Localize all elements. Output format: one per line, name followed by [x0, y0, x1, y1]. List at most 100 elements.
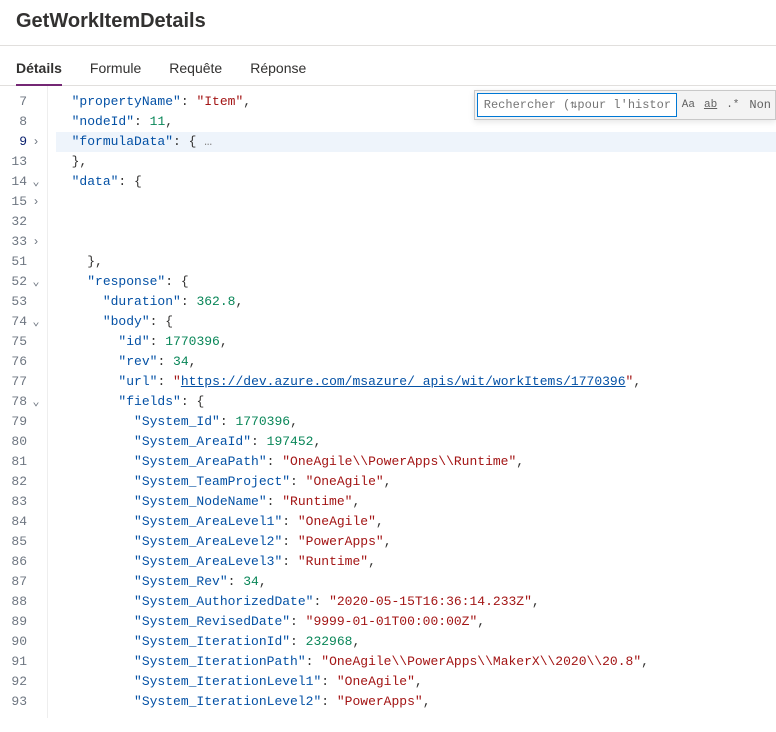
- line-number: 92: [5, 672, 27, 692]
- line-number: 84: [5, 512, 27, 532]
- code-line[interactable]: "System_Id": 1770396,: [56, 412, 776, 432]
- code-line[interactable]: "formulaData": { …: [56, 132, 776, 152]
- code-line[interactable]: "duration": 362.8,: [56, 292, 776, 312]
- line-number: 32: [5, 212, 27, 232]
- line-number: 8: [5, 112, 27, 132]
- tab-détails[interactable]: Détails: [16, 50, 62, 86]
- line-number: 76: [5, 352, 27, 372]
- line-number: 91: [5, 652, 27, 672]
- whole-word-toggle[interactable]: ab: [700, 93, 721, 117]
- code-line[interactable]: "System_AreaLevel2": "PowerApps",: [56, 532, 776, 552]
- gutter: 7 8 9›13 14⌄15›32 33›51 52⌄53 74⌄75 76 7…: [0, 86, 48, 718]
- code-line[interactable]: },: [56, 152, 776, 172]
- fold-expand-icon[interactable]: ›: [29, 132, 43, 152]
- fold-spacer: [29, 112, 43, 132]
- fold-spacer: [29, 412, 43, 432]
- line-number: 78: [5, 392, 27, 412]
- fold-spacer: [29, 152, 43, 172]
- code-line[interactable]: "System_TeamProject": "OneAgile",: [56, 472, 776, 492]
- line-number: 33: [5, 232, 27, 252]
- fold-spacer: [29, 492, 43, 512]
- line-number: 85: [5, 532, 27, 552]
- page-title: GetWorkItemDetails: [16, 10, 760, 33]
- fold-collapse-icon[interactable]: ⌄: [29, 172, 43, 192]
- fold-spacer: [29, 252, 43, 272]
- search-widget[interactable]: Aa ab .* Non: [474, 90, 776, 120]
- code-line[interactable]: "System_IterationLevel1": "OneAgile",: [56, 672, 776, 692]
- code-editor[interactable]: 7 8 9›13 14⌄15›32 33›51 52⌄53 74⌄75 76 7…: [0, 86, 776, 718]
- code-line[interactable]: [56, 212, 776, 232]
- match-case-toggle[interactable]: Aa: [678, 93, 699, 117]
- code-line[interactable]: "rev": 34,: [56, 352, 776, 372]
- fold-spacer: [29, 292, 43, 312]
- fold-spacer: [29, 552, 43, 572]
- fold-collapse-icon[interactable]: ⌄: [29, 272, 43, 292]
- code-line[interactable]: "System_RevisedDate": "9999-01-01T00:00:…: [56, 612, 776, 632]
- line-number: 74: [5, 312, 27, 332]
- line-number: 51: [5, 252, 27, 272]
- code-line[interactable]: "System_AreaLevel1": "OneAgile",: [56, 512, 776, 532]
- line-number: 89: [5, 612, 27, 632]
- code-line[interactable]: "System_NodeName": "Runtime",: [56, 492, 776, 512]
- fold-spacer: [29, 612, 43, 632]
- fold-spacer: [29, 532, 43, 552]
- fold-collapse-icon[interactable]: ⌄: [29, 312, 43, 332]
- line-number: 83: [5, 492, 27, 512]
- tab-formule[interactable]: Formule: [90, 50, 141, 86]
- code-line[interactable]: "response": {: [56, 272, 776, 292]
- line-number: 7: [5, 92, 27, 112]
- line-number: 90: [5, 632, 27, 652]
- fold-collapse-icon[interactable]: ⌄: [29, 392, 43, 412]
- search-input[interactable]: [477, 93, 677, 117]
- line-number: 9: [5, 132, 27, 152]
- tab-réponse[interactable]: Réponse: [250, 50, 306, 86]
- code-line[interactable]: "System_AreaId": 197452,: [56, 432, 776, 452]
- line-number: 53: [5, 292, 27, 312]
- code-line[interactable]: "body": {: [56, 312, 776, 332]
- fold-expand-icon[interactable]: ›: [29, 192, 43, 212]
- code-line[interactable]: "System_IterationLevel2": "PowerApps",: [56, 692, 776, 712]
- code-line[interactable]: "data": {: [56, 172, 776, 192]
- line-number: 77: [5, 372, 27, 392]
- fold-spacer: [29, 332, 43, 352]
- titlebar: GetWorkItemDetails: [0, 0, 776, 46]
- code-line[interactable]: "url": "https://dev.azure.com/msazure/_a…: [56, 372, 776, 392]
- line-number: 13: [5, 152, 27, 172]
- fold-spacer: [29, 352, 43, 372]
- code-line[interactable]: "id": 1770396,: [56, 332, 776, 352]
- code-scroll[interactable]: "propertyName": "Item", "nodeId": 11, "f…: [48, 86, 776, 718]
- tab-requête[interactable]: Requête: [169, 50, 222, 86]
- fold-spacer: [29, 512, 43, 532]
- code-line[interactable]: "System_AuthorizedDate": "2020-05-15T16:…: [56, 592, 776, 612]
- code-line[interactable]: },: [56, 252, 776, 272]
- search-result-count: Non: [749, 95, 771, 115]
- code-line[interactable]: "System_AreaPath": "OneAgile\\PowerApps\…: [56, 452, 776, 472]
- line-number: 79: [5, 412, 27, 432]
- line-number: 52: [5, 272, 27, 292]
- code-line[interactable]: "System_Rev": 34,: [56, 572, 776, 592]
- fold-spacer: [29, 672, 43, 692]
- line-number: 82: [5, 472, 27, 492]
- fold-expand-icon[interactable]: ›: [29, 232, 43, 252]
- fold-spacer: [29, 692, 43, 712]
- fold-spacer: [29, 372, 43, 392]
- code-line[interactable]: [56, 192, 776, 212]
- code-line[interactable]: "fields": {: [56, 392, 776, 412]
- line-number: 87: [5, 572, 27, 592]
- fold-spacer: [29, 592, 43, 612]
- line-number: 86: [5, 552, 27, 572]
- line-number: 88: [5, 592, 27, 612]
- line-number: 15: [5, 192, 27, 212]
- fold-spacer: [29, 632, 43, 652]
- code-line[interactable]: "System_AreaLevel3": "Runtime",: [56, 552, 776, 572]
- code-line[interactable]: "System_IterationPath": "OneAgile\\Power…: [56, 652, 776, 672]
- code-line[interactable]: [56, 232, 776, 252]
- code-line[interactable]: "System_IterationId": 232968,: [56, 632, 776, 652]
- line-number: 81: [5, 452, 27, 472]
- fold-spacer: [29, 452, 43, 472]
- regex-toggle[interactable]: .*: [722, 93, 743, 117]
- fold-spacer: [29, 212, 43, 232]
- line-number: 93: [5, 692, 27, 712]
- fold-spacer: [29, 472, 43, 492]
- tabs: Détails Formule Requête Réponse: [0, 46, 776, 86]
